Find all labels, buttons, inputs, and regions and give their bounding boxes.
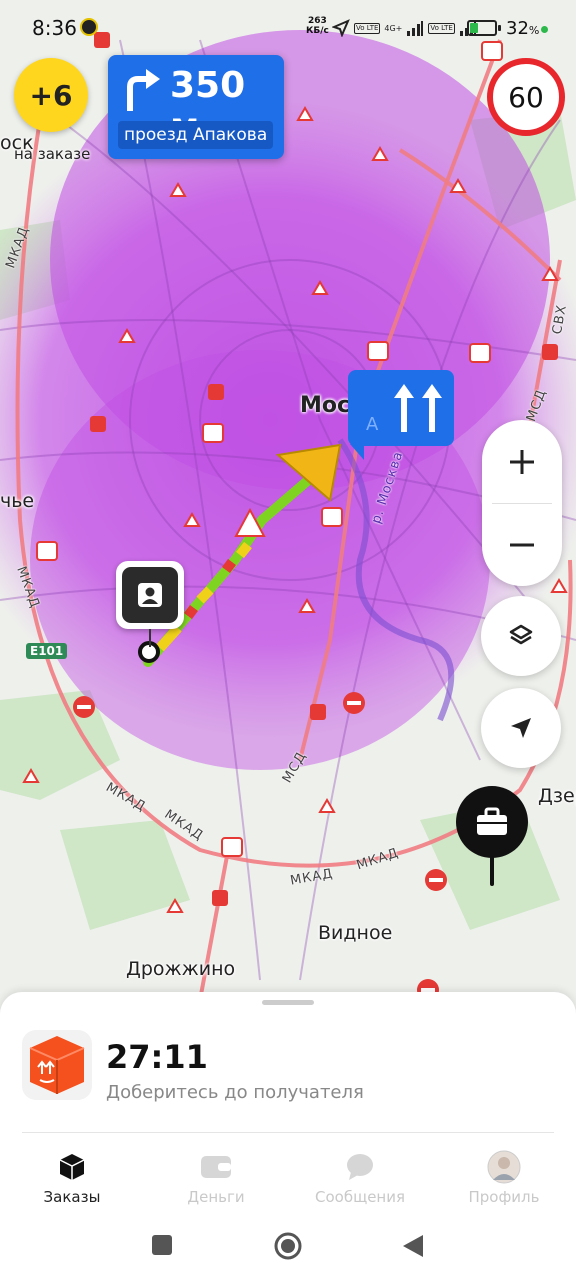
maneuver-panel[interactable]: 350 м проезд Апакова xyxy=(108,55,284,159)
chat-icon xyxy=(347,1154,373,1180)
my-location-button[interactable] xyxy=(481,688,561,768)
person-icon xyxy=(138,583,162,607)
status-time: 8:36 xyxy=(32,16,77,40)
net-speed: 263 КБ/с xyxy=(306,16,329,36)
tab-money[interactable]: Деньги xyxy=(144,1142,288,1212)
bottom-tabs: Заказы Деньги Сообщения Профиль xyxy=(0,1142,576,1212)
system-nav-bar xyxy=(0,1222,576,1280)
lte-badge-2: Vo LTE xyxy=(428,22,455,34)
lte-badge-1: Vo LTE xyxy=(354,22,381,34)
turn-right-icon xyxy=(127,69,160,111)
map-label-left-cut-2: чье xyxy=(0,490,35,512)
tab-profile[interactable]: Профиль xyxy=(432,1142,576,1212)
wallet-icon xyxy=(201,1156,231,1178)
zoom-controls xyxy=(482,420,562,586)
battery-percent-value: 32 xyxy=(506,18,529,39)
record-icon xyxy=(80,18,98,36)
work-pin[interactable] xyxy=(456,786,528,858)
briefcase-icon xyxy=(477,807,507,835)
status-icons: Vo LTE 4G+ Vo LTE xyxy=(332,17,477,39)
on-order-label: на заказе xyxy=(14,145,91,163)
tab-money-label: Деньги xyxy=(187,1188,245,1206)
lane-guidance: А xyxy=(348,370,454,460)
lane-label: А xyxy=(366,414,379,435)
tab-messages[interactable]: Сообщения xyxy=(288,1142,432,1212)
avatar-icon xyxy=(487,1150,521,1184)
layers-icon xyxy=(509,624,533,645)
plus-icon xyxy=(510,449,534,474)
speed-limit-sign: 60 xyxy=(487,58,565,136)
net-speed-unit: КБ/с xyxy=(306,26,329,36)
recipient-pin[interactable] xyxy=(116,561,184,647)
tab-orders-label: Заказы xyxy=(43,1188,101,1206)
map-label-vidnoe: Видное xyxy=(318,922,393,944)
battery-icon xyxy=(467,20,501,36)
charging-dot xyxy=(541,26,548,33)
tab-messages-label: Сообщения xyxy=(314,1188,405,1206)
sheet-grabber[interactable] xyxy=(262,1000,314,1005)
status-bar: 8:36 263 КБ/с Vo LTE 4G+ Vo LTE 32% xyxy=(0,0,576,56)
recent-apps-button[interactable] xyxy=(151,1234,173,1256)
order-box-icon xyxy=(22,1030,92,1100)
location-icon xyxy=(332,19,350,37)
map-label-dzer: Дзер xyxy=(538,785,576,807)
layers-button[interactable] xyxy=(481,596,561,676)
minus-icon xyxy=(510,543,534,546)
home-button[interactable] xyxy=(274,1232,302,1260)
order-sheet[interactable]: 27:11 Доберитесь до получателя Заказы Де… xyxy=(0,992,576,1280)
straight-lanes-icon xyxy=(394,384,442,432)
back-button[interactable] xyxy=(402,1234,424,1258)
navigation-arrow-icon xyxy=(511,718,531,738)
eta-time: 27:11 xyxy=(106,1038,208,1076)
zoom-in-button[interactable] xyxy=(482,420,562,503)
tab-orders[interactable]: Заказы xyxy=(0,1142,144,1212)
tab-profile-label: Профиль xyxy=(468,1188,540,1206)
sheet-divider xyxy=(22,1132,554,1133)
bonus-badge[interactable]: +6 xyxy=(14,58,88,132)
eta-subtitle: Доберитесь до получателя xyxy=(106,1082,364,1103)
box-icon xyxy=(59,1154,85,1180)
signal-icon-1 xyxy=(407,21,424,36)
network-4g: 4G+ xyxy=(384,23,403,33)
battery-percent-unit: % xyxy=(528,24,540,37)
battery-fill xyxy=(470,23,479,33)
battery-percent: 32% xyxy=(506,18,539,39)
map-label-drozhzhino: Дрожжино xyxy=(126,958,236,980)
road-badge-e101: E101 xyxy=(26,643,68,659)
zoom-out-button[interactable] xyxy=(482,503,562,586)
work-pin-stem xyxy=(490,856,494,886)
net-speed-value: 263 xyxy=(308,16,327,26)
maneuver-street: проезд Апакова xyxy=(118,121,274,149)
parcel-icon xyxy=(29,1036,85,1094)
